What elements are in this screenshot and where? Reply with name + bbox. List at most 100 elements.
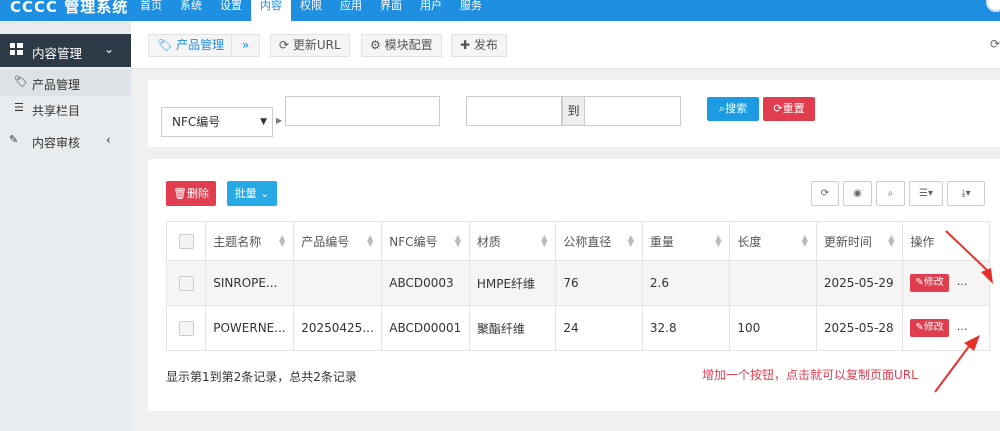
columns-button[interactable]: ☰▾ [909, 181, 943, 206]
publish-button[interactable]: ✚ 发布 [451, 34, 507, 57]
edit-icon: ✎ [915, 322, 924, 333]
cell-product-no [293, 260, 383, 306]
search-icon: ⌕ [887, 188, 894, 199]
header-cell[interactable]: 长度 ▲ ▼ [729, 221, 817, 261]
export-button[interactable]: ⤓▾ [947, 181, 985, 206]
range-end-input[interactable] [584, 96, 681, 126]
refresh-url-button[interactable]: ⟳ 更新URL [270, 34, 350, 57]
sidebar-item-products[interactable]: 🏷 产品管理 [0, 70, 131, 96]
cell-diameter: 24 [555, 305, 643, 351]
cell-material: 聚酯纤维 [468, 305, 557, 351]
header-cell[interactable]: 材质 ▲ ▼ [468, 221, 557, 261]
cell-nfc: ABCD00001 [381, 305, 470, 351]
nav-interface[interactable]: 界面 [371, 0, 411, 21]
header-label: 公称直径 [563, 234, 612, 249]
nav-system[interactable]: 系统 [171, 0, 211, 21]
module-config-button[interactable]: ⚙ 模块配置 [361, 34, 442, 57]
button-label: 删除 [186, 187, 209, 200]
button-label: 搜索 [725, 102, 748, 115]
row-select-cell [165, 305, 207, 351]
button-label: 模块配置 [384, 38, 433, 52]
range-start-input[interactable] [466, 96, 562, 126]
nav-users[interactable]: 用户 [411, 0, 451, 21]
refresh-table-button[interactable]: ⟳ [811, 181, 839, 206]
select-all-checkbox[interactable] [178, 233, 194, 249]
edit-button[interactable]: ✎修改 [910, 319, 949, 337]
sidebar: 内容管理 ⌄ 🏷 产品管理 ☰ 共享栏目 ✎ 内容审核 ‹ [0, 21, 131, 431]
list-icon: ☰ [14, 101, 24, 114]
header-label: 材质 [476, 234, 501, 249]
header-label: 产品编号 [301, 234, 350, 249]
header-cell[interactable]: 公称直径 ▲ ▼ [555, 221, 643, 261]
app-logo: CCCC 管理系统 [10, 0, 129, 16]
chevron-left-icon: ‹ [106, 133, 111, 147]
row-checkbox[interactable] [178, 275, 194, 291]
cell-weight: 2.6 [641, 260, 731, 306]
chevron-down-icon: ⌄ [104, 42, 115, 56]
table-row[interactable]: SINROPE... ABCD0003 HMPE纤维 76 2.6 2025-0… [165, 260, 990, 306]
nav-permissions[interactable]: 权限 [291, 0, 331, 21]
sidebar-item-shared-columns[interactable]: ☰ 共享栏目 [0, 96, 131, 122]
header-label: 长度 [737, 234, 762, 249]
cell-actions: ✎修改... [902, 305, 990, 351]
cell-weight: 32.8 [641, 305, 731, 351]
button-label: 发布 [473, 38, 498, 52]
header-cell: 操作 [902, 221, 990, 261]
cell-name: SINROPE... [205, 260, 295, 306]
cell-name: POWERNE... [205, 305, 295, 351]
sidebar-item-label: 内容审核 [32, 136, 81, 150]
tab-bar: 🏷 产品管理 » ⟳ 更新URL ⚙ 模块配置 ✚ 发布 ⟳ [131, 21, 1000, 69]
sort-icon: ▲ ▼ [541, 233, 548, 248]
nav-home[interactable]: 首页 [131, 0, 171, 21]
sidebar-item-content-review[interactable]: ✎ 内容审核 ‹ [0, 128, 131, 154]
select-all-cell [165, 221, 207, 261]
chevron-down-icon: ▼ [260, 117, 267, 127]
nav-settings[interactable]: 设置 [211, 0, 251, 21]
tab-product-management[interactable]: 🏷 产品管理 [148, 34, 234, 57]
tag-icon: 🏷 [14, 75, 28, 88]
header-cell[interactable]: NFC编号 ▲ ▼ [381, 221, 470, 261]
button-label: 更新URL [292, 38, 341, 52]
header-label: 主题名称 [213, 234, 262, 249]
table-row[interactable]: POWERNE... 20250425... ABCD00001 聚酯纤维 24… [165, 305, 990, 351]
header-cell[interactable]: 重量 ▲ ▼ [641, 221, 731, 261]
sidebar-group-content[interactable]: 内容管理 ⌄ [0, 34, 131, 67]
search-input[interactable] [285, 96, 440, 126]
reset-button[interactable]: ⟳重置 [763, 97, 815, 121]
header-cell[interactable]: 主题名称 ▲ ▼ [205, 221, 295, 261]
refresh-icon[interactable]: ⟳ [990, 37, 1000, 51]
header-cell[interactable]: 更新时间 ▲ ▼ [815, 221, 904, 261]
search-toggle-button[interactable]: ⌕ [876, 181, 905, 206]
header-label: 更新时间 [823, 234, 872, 249]
cell-nfc: ABCD0003 [381, 260, 470, 306]
field-select[interactable]: NFC编号 ▼ [161, 107, 273, 137]
nav-services[interactable]: 服务 [451, 0, 491, 21]
data-table: 主题名称 ▲ ▼ 产品编号 ▲ ▼ NFC编号 ▲ ▼ 材质 ▲ ▼ 公称直径 ▲ ▼ 重量 ▲ ▼ 长… [165, 221, 990, 351]
sidebar-group-label: 内容管理 [32, 46, 83, 61]
grid-icon [10, 43, 23, 58]
toggle-view-button[interactable]: ◉ [843, 181, 872, 206]
tab-dropdown-button[interactable]: » [231, 34, 260, 57]
more-actions-button[interactable]: ... [957, 320, 968, 333]
range-separator: 到 [562, 96, 585, 126]
row-checkbox[interactable] [178, 320, 194, 336]
sort-icon: ▲ ▼ [888, 233, 895, 248]
sort-icon: ▲ ▼ [454, 233, 461, 248]
caret-right-icon: ▶ [276, 116, 283, 125]
header-label: 操作 [910, 234, 935, 249]
search-panel: NFC编号 ▼ ▶ 到 ⌕搜索 ⟳重置 [148, 80, 1000, 147]
row-select-cell [165, 260, 207, 306]
header-label: 重量 [649, 234, 674, 249]
batch-button[interactable]: 批量 ⌄ [227, 181, 277, 206]
search-button[interactable]: ⌕搜索 [707, 97, 759, 121]
top-navbar: CCCC 管理系统 首页 系统 设置 内容 权限 应用 界面 用户 服务 [0, 0, 1000, 21]
avatar[interactable] [986, 0, 1000, 12]
cell-product-no: 20250425... [293, 305, 383, 351]
nav-apps[interactable]: 应用 [331, 0, 371, 21]
delete-button[interactable]: 🗑删除 [166, 181, 216, 206]
edit-button[interactable]: ✎修改 [910, 274, 949, 292]
header-cell[interactable]: 产品编号 ▲ ▼ [293, 221, 383, 261]
more-actions-button[interactable]: ... [957, 275, 968, 288]
sidebar-item-label: 产品管理 [32, 78, 81, 92]
nav-content[interactable]: 内容 [251, 0, 291, 21]
